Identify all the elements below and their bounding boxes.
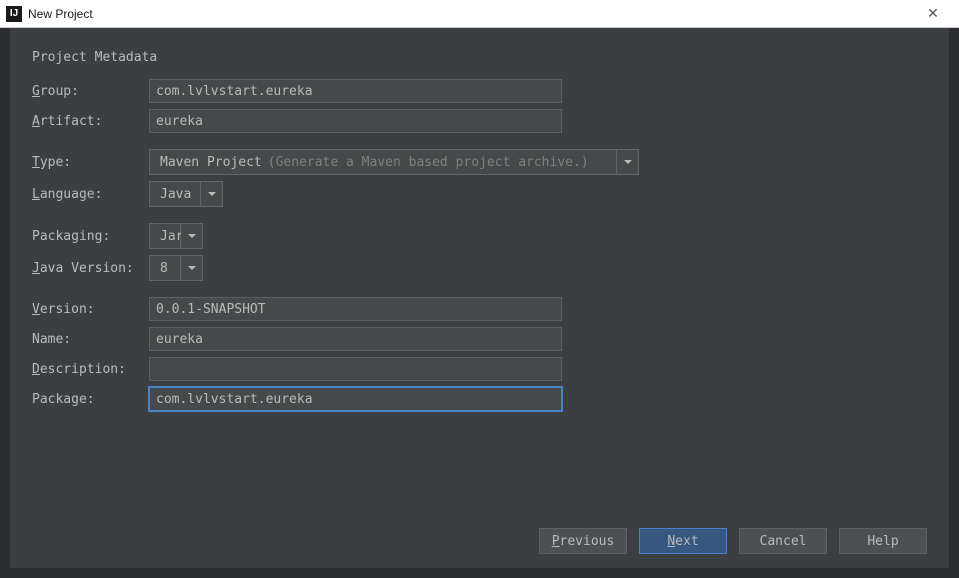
label-language: Language: — [32, 187, 149, 202]
next-button[interactable]: Next — [639, 528, 727, 554]
language-select-button[interactable] — [201, 181, 223, 207]
java-version-select-button[interactable] — [181, 255, 203, 281]
window-title: New Project — [28, 7, 913, 21]
main-panel: Project Metadata Group: Artifact: Type: … — [10, 28, 949, 568]
row-java-version: Java Version: 8 — [32, 255, 927, 281]
group-input[interactable] — [149, 79, 562, 103]
chevron-down-icon — [188, 234, 196, 238]
label-type: Type: — [32, 155, 149, 170]
chevron-down-icon — [624, 160, 632, 164]
name-input[interactable] — [149, 327, 562, 351]
row-description: Description: — [32, 357, 927, 381]
packaging-select-button[interactable] — [181, 223, 203, 249]
language-select[interactable]: Java — [149, 181, 223, 207]
chevron-down-icon — [188, 266, 196, 270]
help-button[interactable]: Help — [839, 528, 927, 554]
row-artifact: Artifact: — [32, 109, 927, 133]
type-select-button[interactable] — [617, 149, 639, 175]
section-heading: Project Metadata — [32, 50, 927, 65]
form: Group: Artifact: Type: Maven Project (Ge… — [32, 79, 927, 516]
type-select[interactable]: Maven Project (Generate a Maven based pr… — [149, 149, 639, 175]
row-type: Type: Maven Project (Generate a Maven ba… — [32, 149, 927, 175]
label-artifact: Artifact: — [32, 114, 149, 129]
app-icon: IJ — [6, 6, 22, 22]
label-java-version: Java Version: — [32, 261, 149, 276]
label-name: Name: — [32, 332, 149, 347]
close-icon[interactable]: ✕ — [913, 0, 953, 28]
description-input[interactable] — [149, 357, 562, 381]
row-language: Language: Java — [32, 181, 927, 207]
label-packaging: Packaging: — [32, 229, 149, 244]
row-packaging: Packaging: Jar — [32, 223, 927, 249]
row-package: Package: — [32, 387, 927, 411]
packaging-select-text: Jar — [149, 223, 181, 249]
label-package: Package: — [32, 392, 149, 407]
artifact-input[interactable] — [149, 109, 562, 133]
language-select-text: Java — [149, 181, 201, 207]
chevron-down-icon — [208, 192, 216, 196]
label-description: Description: — [32, 362, 149, 377]
label-version: Version: — [32, 302, 149, 317]
type-select-text: Maven Project (Generate a Maven based pr… — [149, 149, 617, 175]
cancel-button[interactable]: Cancel — [739, 528, 827, 554]
java-version-select-text: 8 — [149, 255, 181, 281]
java-version-select[interactable]: 8 — [149, 255, 203, 281]
row-group: Group: — [32, 79, 927, 103]
row-version: Version: — [32, 297, 927, 321]
row-name: Name: — [32, 327, 927, 351]
titlebar: IJ New Project ✕ — [0, 0, 959, 28]
packaging-select[interactable]: Jar — [149, 223, 203, 249]
previous-button[interactable]: Previous — [539, 528, 627, 554]
footer: Previous Next Cancel Help — [32, 516, 927, 554]
version-input[interactable] — [149, 297, 562, 321]
label-group: Group: — [32, 84, 149, 99]
package-input[interactable] — [149, 387, 562, 411]
